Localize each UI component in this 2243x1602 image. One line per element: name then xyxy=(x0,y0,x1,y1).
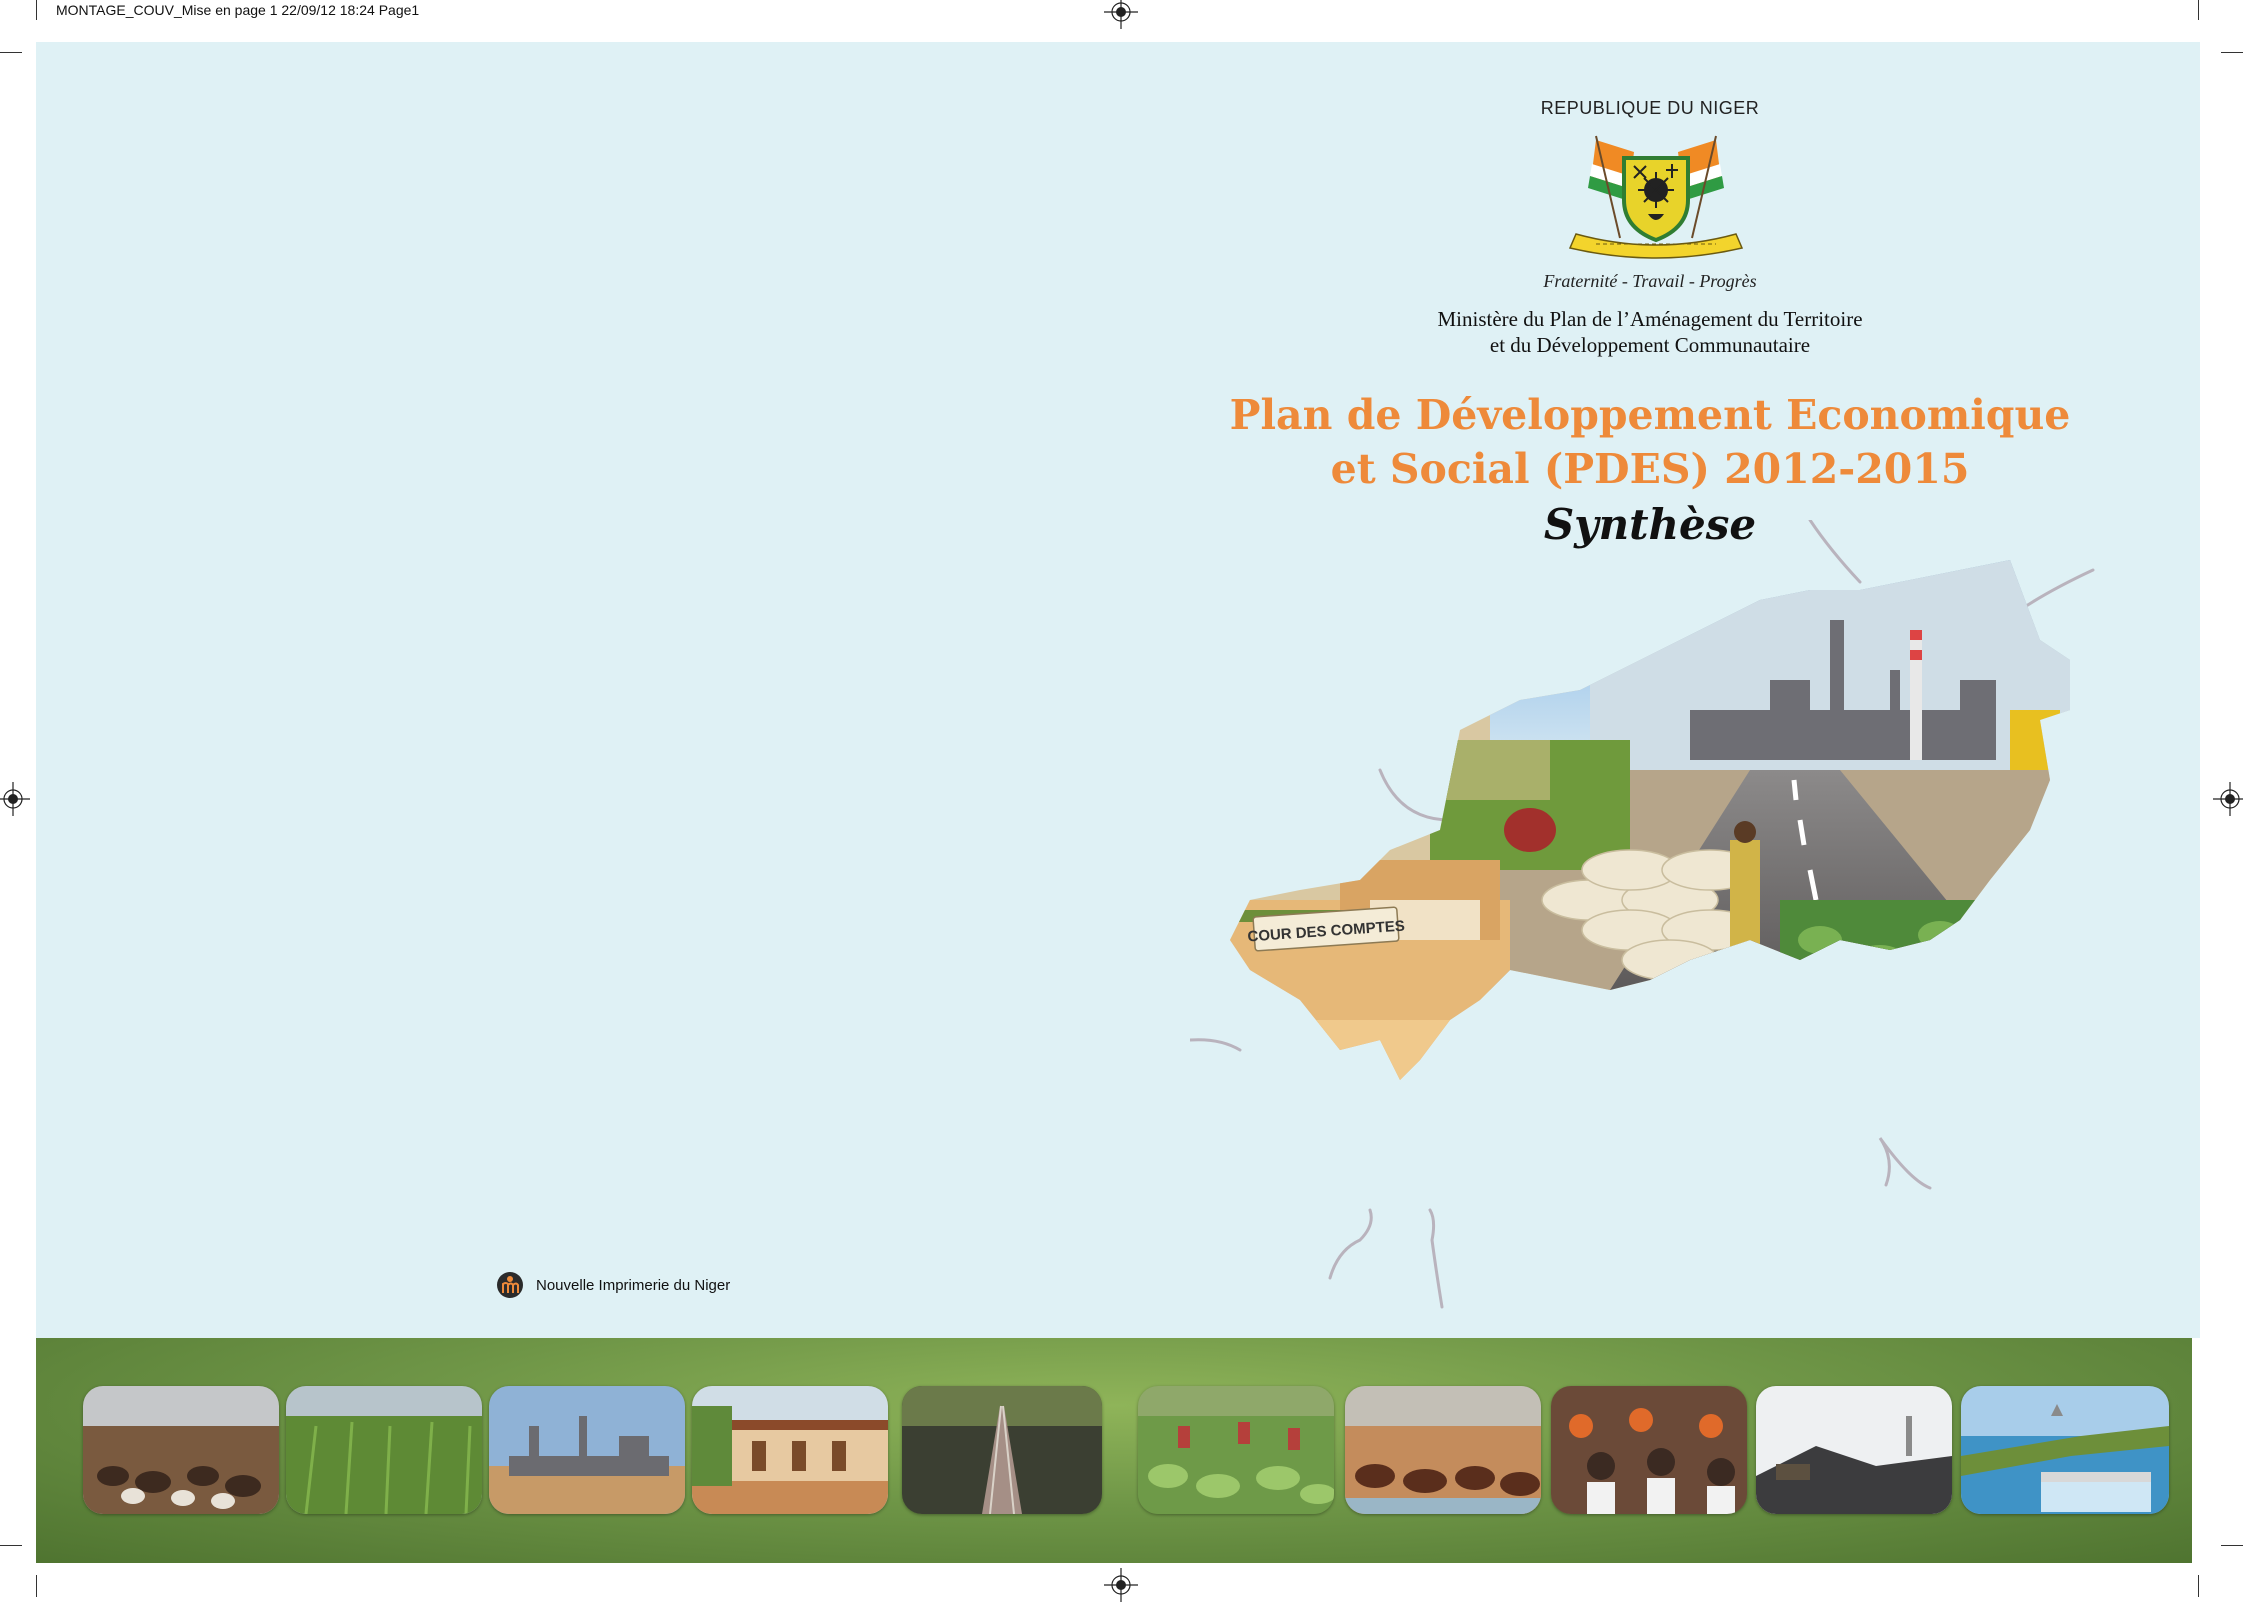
school-building-photo xyxy=(692,1386,888,1514)
registration-mark-icon xyxy=(1104,0,1138,29)
publisher-name: Nouvelle Imprimerie du Niger xyxy=(536,1276,731,1294)
cattle-herd-photo xyxy=(1345,1386,1541,1514)
refinery-photo xyxy=(489,1386,685,1514)
registration-mark-icon xyxy=(2213,782,2243,816)
document-title-line-2: et Social (PDES) 2012-2015 xyxy=(1330,445,1970,493)
crop-mark xyxy=(36,1575,37,1597)
mining-photo xyxy=(1756,1386,1952,1514)
publisher: Nouvelle Imprimerie du Niger xyxy=(496,1270,730,1300)
classroom-photo xyxy=(1551,1386,1747,1514)
crop-mark xyxy=(2221,1545,2243,1546)
republic-label: REPUBLIQUE DU NIGER xyxy=(1540,98,1760,118)
document-title: Plan de Développement Economique et Soci… xyxy=(1180,388,2120,496)
coat-of-arms-icon xyxy=(1568,135,1744,259)
dam-photo xyxy=(1961,1386,2169,1514)
crop-mark xyxy=(2198,0,2199,20)
document-title-line-1: Plan de Développement Economique xyxy=(1229,391,2071,439)
crop-mark xyxy=(0,52,22,53)
railway-photo xyxy=(902,1386,1102,1514)
crop-mark xyxy=(2221,52,2243,53)
national-motto: Fraternité - Travail - Progrès xyxy=(1543,271,1757,291)
niger-map-collage: COUR DES COMPTES xyxy=(1190,520,2095,1309)
crop-field-photo xyxy=(286,1386,482,1514)
printer-slug-line: MONTAGE_COUV_Mise en page 1 22/09/12 18:… xyxy=(56,2,420,18)
photo-strip xyxy=(36,1338,2192,1563)
publisher-logo-icon xyxy=(497,1272,523,1298)
crop-mark xyxy=(2198,1575,2199,1597)
registration-mark-icon xyxy=(0,782,30,816)
vegetable-garden-photo xyxy=(1138,1386,1334,1514)
livestock-market-photo xyxy=(83,1386,279,1514)
ministry-line-2: et du Développement Communautaire xyxy=(1489,333,1811,357)
crop-mark xyxy=(0,1545,22,1546)
ministry-line-1: Ministère du Plan de l’Aménagement du Te… xyxy=(1437,307,1863,331)
ministry-name: Ministère du Plan de l’Aménagement du Te… xyxy=(1180,306,2120,358)
crop-mark xyxy=(36,0,37,20)
